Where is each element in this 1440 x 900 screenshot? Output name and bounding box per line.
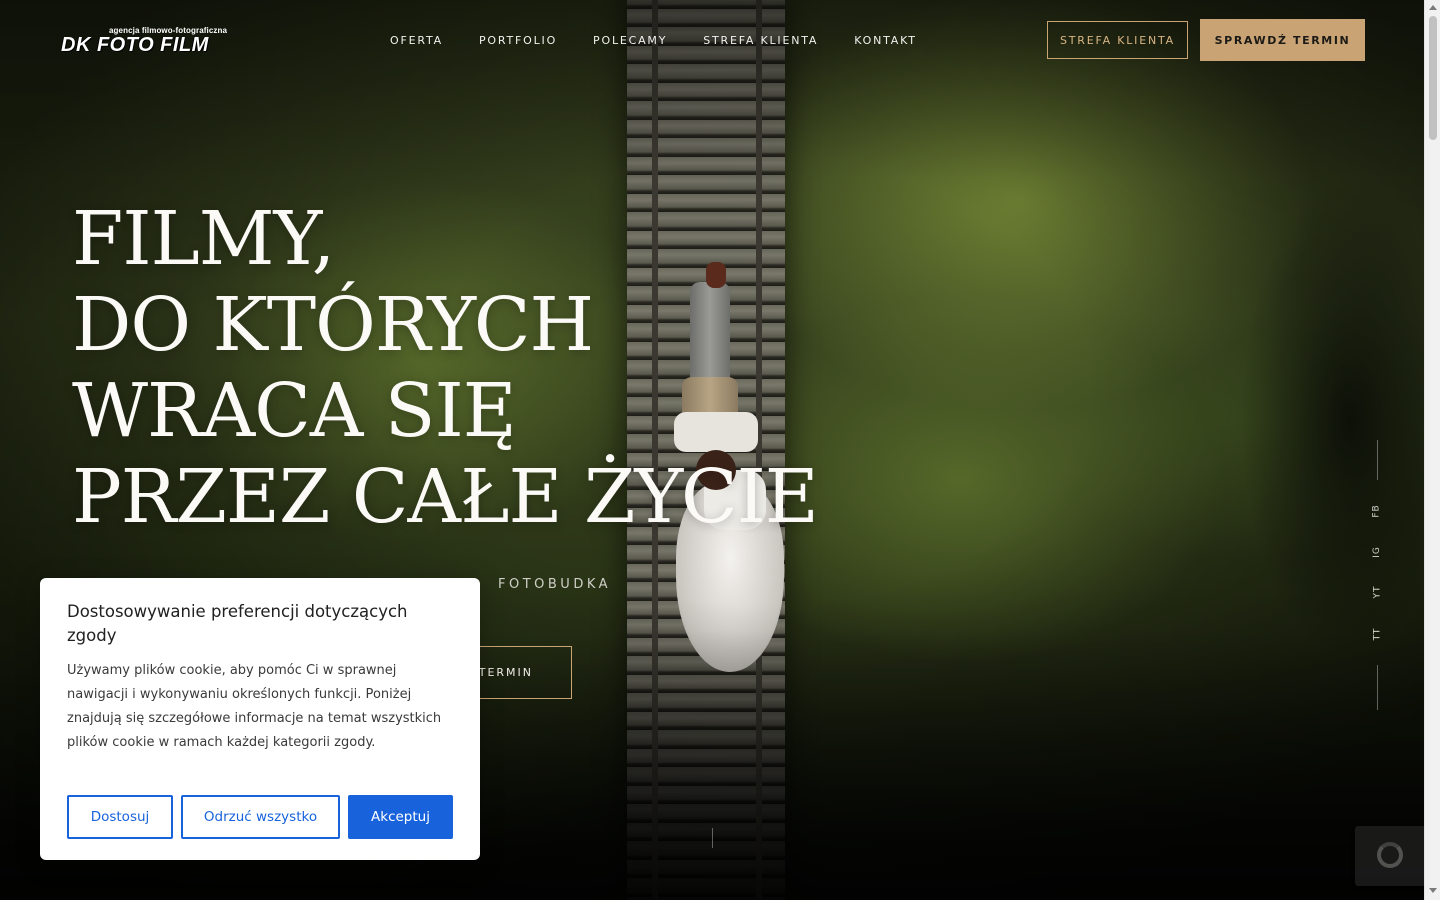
- nav-item-portfolio[interactable]: PORTFOLIO: [479, 34, 557, 47]
- social-divider: [1377, 665, 1378, 710]
- instagram-link[interactable]: IG: [1369, 540, 1385, 564]
- logo-name: DK FOTO FILM: [61, 34, 209, 56]
- cookie-consent-dialog: Dostosowywanie preferencji dotyczących z…: [40, 578, 480, 860]
- nav-item-oferta[interactable]: OFERTA: [390, 34, 443, 47]
- cookie-reject-all-button[interactable]: Odrzuć wszystko: [181, 795, 340, 839]
- scroll-up-arrow-icon[interactable]: [1429, 5, 1437, 10]
- check-date-button[interactable]: SPRAWDŹ TERMIN: [1200, 19, 1365, 61]
- page-scrollbar[interactable]: [1424, 0, 1440, 900]
- hero-services-line: FOTOBUDKA: [498, 577, 612, 592]
- client-zone-button[interactable]: STREFA KLIENTA: [1047, 21, 1188, 59]
- main-nav: OFERTA PORTFOLIO POLECAMY STREFA KLIENTA…: [390, 34, 917, 47]
- site-logo[interactable]: agencja filmowo-fotograficzna DK FOTO FI…: [61, 26, 231, 56]
- recaptcha-icon: [1377, 842, 1403, 868]
- headline-line: FILMY,: [72, 196, 335, 282]
- scroll-indicator: [712, 828, 713, 848]
- headline-line: DO KTÓRYCH: [72, 282, 594, 368]
- nav-item-polecamy[interactable]: POLECAMY: [593, 34, 667, 47]
- nav-item-kontakt[interactable]: KONTAKT: [854, 34, 917, 47]
- cookie-accept-button[interactable]: Akceptuj: [348, 795, 453, 839]
- tiktok-link[interactable]: TT: [1369, 622, 1385, 646]
- scrollbar-thumb[interactable]: [1429, 16, 1437, 140]
- cookie-title: Dostosowywanie preferencji dotyczących z…: [67, 602, 408, 645]
- cookie-description: Używamy plików cookie, aby pomóc Ci w sp…: [67, 663, 442, 750]
- headline-line: WRACA SIĘ: [72, 368, 517, 454]
- scroll-down-arrow-icon[interactable]: [1429, 888, 1437, 893]
- social-divider: [1377, 440, 1378, 480]
- headline-line: PRZEZ CAŁE ŻYCIE: [72, 454, 819, 540]
- hero-headline: FILMY, DO KTÓRYCH WRACA SIĘ PRZEZ CAŁE Ż…: [72, 196, 819, 540]
- cookie-customize-button[interactable]: Dostosuj: [67, 795, 173, 839]
- nav-item-strefa-klienta[interactable]: STREFA KLIENTA: [703, 34, 818, 47]
- recaptcha-badge[interactable]: [1355, 826, 1424, 886]
- youtube-link[interactable]: YT: [1369, 580, 1385, 604]
- facebook-link[interactable]: FB: [1369, 499, 1385, 523]
